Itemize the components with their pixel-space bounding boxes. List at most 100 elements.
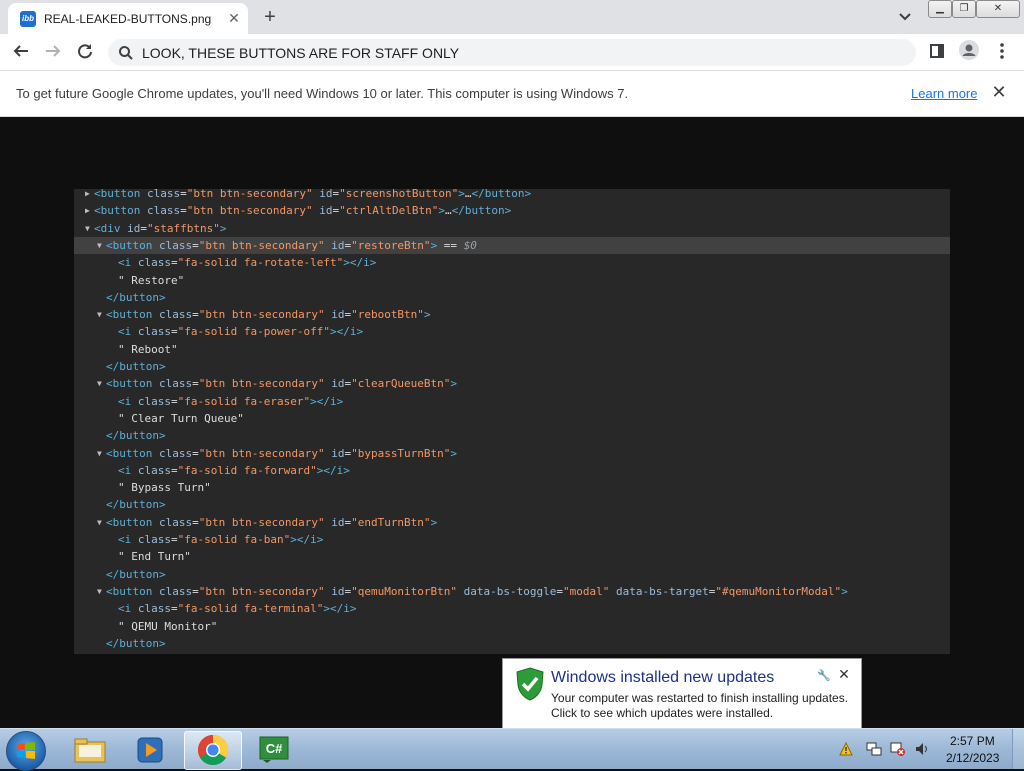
show-desktop-button[interactable] — [1012, 729, 1024, 769]
shield-check-icon — [516, 667, 544, 701]
code-token: > — [458, 189, 465, 200]
forward-button[interactable] — [40, 40, 66, 66]
address-bar-text: LOOK, THESE BUTTONS ARE FOR STAFF ONLY — [142, 45, 460, 61]
dom-tree-code: </button> — [106, 289, 166, 306]
dom-tree-line: " Reboot" — [74, 341, 950, 358]
code-token: ></i> — [310, 394, 344, 408]
dom-tree-line: ▶ <button class="btn btn-secondary" id="c… — [74, 202, 950, 219]
code-token: id — [331, 377, 345, 391]
dom-tree-line: <i class="fa-solid fa-terminal"></i> — [74, 600, 950, 617]
dom-tree-code: </button> — [106, 635, 166, 652]
taskbar: C# 2:57 PM 2/12/2023 — [0, 728, 1024, 771]
windows-update-notification[interactable]: Windows installed new updates Your compu… — [502, 658, 862, 730]
dom-tree-line: <i class="fa-solid fa-forward"></i> — [74, 462, 950, 479]
address-bar[interactable]: LOOK, THESE BUTTONS ARE FOR STAFF ONLY — [108, 39, 916, 66]
start-button[interactable] — [6, 731, 46, 771]
code-token: "btn btn-secondary" — [198, 584, 325, 598]
code-token: "rebootBtn" — [351, 308, 424, 322]
wrench-icon[interactable]: 🔧 — [817, 669, 831, 682]
code-token: "#qemuMonitorModal" — [715, 584, 842, 598]
taskbar-csharp-ide[interactable]: C# — [246, 731, 302, 768]
dom-tree-code: <i class="fa-solid fa-power-off"></i> — [118, 323, 363, 340]
code-token: = — [180, 189, 187, 200]
code-token: = — [171, 602, 178, 616]
code-token: id — [331, 515, 345, 529]
tab-active[interactable]: ibb REAL-LEAKED-BUTTONS.png (87 ✕ — [8, 3, 248, 34]
back-button[interactable] — [8, 40, 34, 66]
dom-tree-line: ▼ <button class="btn btn-secondary" id="c… — [74, 375, 950, 392]
code-token: "qemuMonitorBtn" — [351, 584, 458, 598]
profile-button[interactable] — [956, 40, 982, 66]
code-token: id — [331, 308, 345, 322]
code-token: </button> — [106, 290, 166, 304]
new-tab-button[interactable]: + — [258, 6, 282, 30]
taskbar-explorer[interactable] — [62, 731, 118, 768]
notification-line-1: Your computer was restarted to finish in… — [551, 691, 849, 705]
code-token: <button — [106, 446, 159, 460]
dom-tree-code: <i class="fa-solid fa-forward"></i> — [118, 462, 350, 479]
minimize-button[interactable]: ▁ — [928, 0, 952, 18]
taskbar-chrome[interactable] — [184, 731, 242, 770]
tab-search-chevron-icon[interactable] — [896, 8, 914, 26]
code-token: " Clear Turn Queue" — [118, 411, 244, 425]
dom-tree-code: <button class="btn btn-secondary" id="cl… — [106, 375, 457, 392]
learn-more-link[interactable]: Learn more — [911, 86, 977, 101]
dom-tree-line: " Bypass Turn" — [74, 479, 950, 496]
notification-close-icon[interactable]: ✕ — [837, 667, 851, 681]
code-token: ></i> — [343, 256, 377, 270]
code-token: " Reboot" — [118, 342, 178, 356]
code-token: class — [137, 256, 171, 270]
close-window-button[interactable]: ✕ — [976, 0, 1020, 18]
code-token: ></i> — [323, 602, 357, 616]
tab-close-icon[interactable]: ✕ — [226, 10, 242, 26]
dom-tree-line: " QEMU Monitor" — [74, 618, 950, 635]
windows-logo-icon — [17, 742, 35, 759]
clock-time[interactable]: 2:57 PM — [950, 734, 995, 748]
dom-tree-code: <button class="btn btn-secondary" id="sc… — [94, 189, 531, 202]
code-token: class — [158, 238, 193, 252]
code-token: class — [137, 394, 171, 408]
dom-tree-code: <i class="fa-solid fa-ban"></i> — [118, 531, 323, 548]
reload-button[interactable] — [72, 40, 98, 66]
dom-tree-line: </button> — [74, 635, 950, 652]
dom-tree-code: " End Turn" — [118, 548, 191, 565]
code-token: == — [437, 238, 464, 252]
code-token: </button> — [471, 189, 532, 200]
code-token: "screenshotButton" — [339, 189, 459, 200]
code-token: class — [137, 325, 171, 339]
dom-tree-code: " Restore" — [118, 272, 184, 289]
code-token: id — [127, 221, 141, 235]
dom-tree-line: " Restore" — [74, 272, 950, 289]
code-token: class — [146, 189, 181, 200]
code-token: "fa-solid fa-power-off" — [177, 325, 330, 339]
expand-triangle-icon: ▼ — [85, 223, 90, 233]
infobar-close-icon[interactable]: ✕ — [990, 82, 1008, 102]
dom-tree-line: ▶ <button class="btn btn-secondary" id="s… — [74, 189, 950, 202]
code-token: "fa-solid fa-rotate-left" — [177, 256, 344, 270]
code-token: <i — [118, 602, 138, 616]
maximize-button[interactable]: ❐ — [952, 0, 976, 18]
code-token: class — [146, 204, 181, 218]
profile-avatar-icon — [959, 40, 979, 60]
volume-icon[interactable] — [914, 741, 930, 757]
network-disconnected-icon[interactable] — [890, 741, 906, 757]
expand-triangle-icon: ▼ — [97, 240, 102, 250]
dom-tree-code: <button class="btn btn-secondary" id="en… — [106, 514, 437, 531]
clock-date[interactable]: 2/12/2023 — [946, 751, 999, 765]
code-token: <i — [118, 256, 138, 270]
network-icon[interactable] — [866, 741, 882, 757]
kebab-menu-icon — [1000, 43, 1004, 59]
code-token: = — [180, 204, 187, 218]
taskbar-media-player[interactable] — [122, 731, 178, 768]
side-panel-button[interactable] — [924, 40, 950, 66]
code-token: "btn btn-secondary" — [186, 204, 313, 218]
dom-tree-line: ▼ <button class="btn btn-secondary" id="e… — [74, 514, 950, 531]
code-token: "fa-solid fa-eraser" — [177, 394, 311, 408]
chrome-menu-button[interactable] — [989, 40, 1015, 66]
code-token: <button — [94, 189, 147, 200]
code-token: </button> — [106, 360, 166, 373]
action-center-warning-icon[interactable] — [838, 741, 854, 757]
code-token: "bypassTurnBtn" — [351, 446, 451, 460]
code-token: > — [219, 221, 227, 235]
